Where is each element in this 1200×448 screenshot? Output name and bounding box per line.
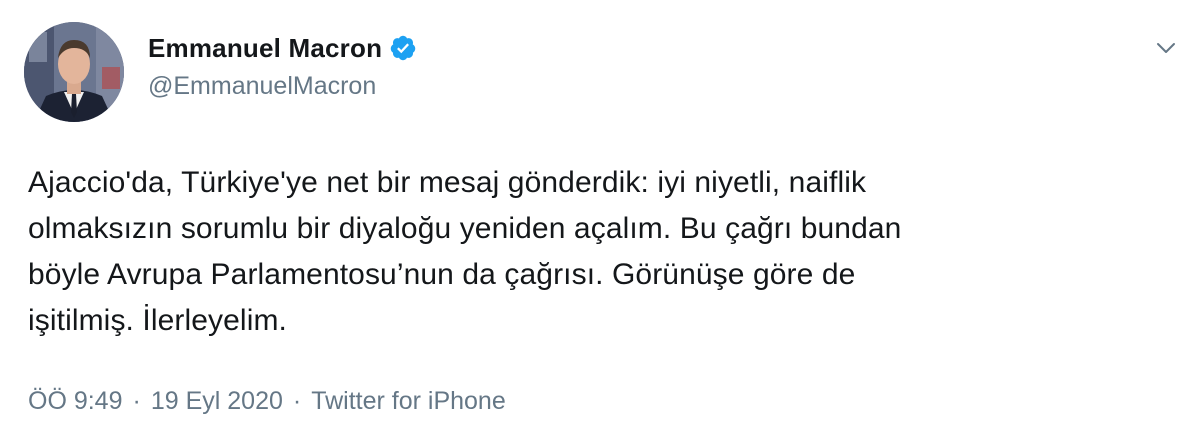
meta-separator: · [292, 387, 302, 415]
author-info: Emmanuel Macron @EmmanuelMacron [148, 28, 417, 101]
tweet-text: Ajaccio'da, Türkiye'ye net bir mesaj gön… [28, 166, 902, 337]
tweet-date-link[interactable]: 19 Eyl 2020 [151, 387, 283, 416]
meta-separator: · [132, 387, 141, 415]
tweet-meta: ÖÖ 9:49 · 19 Eyl 2020 · Twitter for iPho… [28, 387, 506, 416]
avatar[interactable] [24, 22, 124, 122]
tweet-time-link[interactable]: ÖÖ 9:49 [28, 387, 123, 416]
tweet-card: Emmanuel Macron @EmmanuelMacron Ajaccio'… [0, 0, 1200, 448]
avatar-photo-icon [24, 22, 124, 122]
author-handle[interactable]: @EmmanuelMacron [148, 72, 417, 101]
author-name-row: Emmanuel Macron [148, 28, 417, 68]
author-display-name[interactable]: Emmanuel Macron [148, 33, 382, 64]
chevron-down-icon[interactable] [1154, 36, 1178, 60]
verified-badge-icon [389, 34, 417, 62]
tweet-source-link[interactable]: Twitter for iPhone [311, 387, 506, 416]
